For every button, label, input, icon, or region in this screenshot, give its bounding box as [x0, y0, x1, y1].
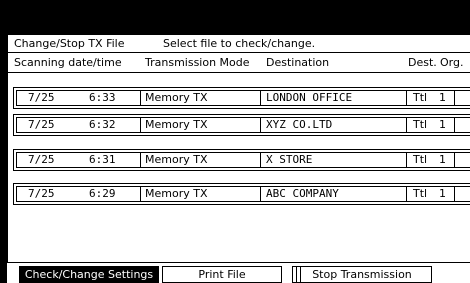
row-date: 7/25 — [28, 187, 55, 200]
print-file-button[interactable]: Print File — [162, 266, 282, 283]
button-bar: Check/Change Settings Print File Stop Tr… — [7, 262, 470, 283]
row-destination: X STORE — [266, 153, 313, 166]
row-destination: LONDON OFFICE — [266, 91, 353, 104]
row-separator — [406, 90, 407, 106]
row-mode: Memory TX — [145, 118, 208, 131]
stop-transmission-button[interactable]: Stop Transmission — [292, 266, 432, 283]
row-org: 1 — [439, 187, 446, 200]
col-scanning-datetime: Scanning date/time — [14, 56, 122, 69]
file-row-2[interactable]: 7/25 6:32 Memory TX XYZ CO.LTD Ttl 1 — [13, 114, 470, 136]
row-separator — [140, 117, 141, 133]
row-separator — [454, 186, 455, 202]
row-separator — [260, 90, 261, 106]
instruction-text: Select file to check/change. — [163, 37, 316, 50]
row-separator — [260, 117, 261, 133]
row-separator — [454, 152, 455, 168]
row-dest: Ttl — [413, 118, 428, 131]
row-date: 7/25 — [28, 91, 55, 104]
row-dest: Ttl — [413, 187, 428, 200]
row-org: 1 — [439, 153, 446, 166]
row-separator — [140, 186, 141, 202]
row-date: 7/25 — [28, 153, 55, 166]
row-time: 6:29 — [89, 187, 116, 200]
col-transmission-mode: Transmission Mode — [145, 56, 250, 69]
title-bar: Change/Stop TX File Select file to check… — [8, 35, 470, 53]
check-change-settings-button[interactable]: Check/Change Settings — [19, 266, 159, 283]
row-separator — [454, 90, 455, 106]
row-separator — [406, 152, 407, 168]
row-separator — [406, 117, 407, 133]
row-org: 1 — [439, 91, 446, 104]
row-separator — [260, 186, 261, 202]
row-destination: ABC COMPANY — [266, 187, 339, 200]
file-row-4[interactable]: 7/25 6:29 Memory TX ABC COMPANY Ttl 1 — [13, 183, 470, 205]
row-mode: Memory TX — [145, 91, 208, 104]
row-separator — [260, 152, 261, 168]
col-org: Org. — [440, 56, 464, 69]
row-date: 7/25 — [28, 118, 55, 131]
row-destination: XYZ CO.LTD — [266, 118, 333, 131]
row-mode: Memory TX — [145, 153, 208, 166]
column-header: Scanning date/time Transmission Mode Des… — [8, 53, 470, 73]
row-time: 6:31 — [89, 153, 116, 166]
file-row-1[interactable]: 7/25 6:33 Memory TX LONDON OFFICE Ttl 1 — [13, 87, 470, 109]
row-separator — [406, 186, 407, 202]
row-dest: Ttl — [413, 91, 428, 104]
row-separator — [140, 152, 141, 168]
window-title: Change/Stop TX File — [14, 37, 125, 50]
file-row-3[interactable]: 7/25 6:31 Memory TX X STORE Ttl 1 — [13, 149, 470, 171]
row-time: 6:32 — [89, 118, 116, 131]
row-org: 1 — [439, 118, 446, 131]
row-separator — [454, 117, 455, 133]
row-separator — [140, 90, 141, 106]
row-dest: Ttl — [413, 153, 428, 166]
fax-screen-panel: Change/Stop TX File Select file to check… — [7, 34, 470, 283]
col-destination: Destination — [266, 56, 330, 69]
row-mode: Memory TX — [145, 187, 208, 200]
row-time: 6:33 — [89, 91, 116, 104]
col-dest: Dest. — [408, 56, 437, 69]
